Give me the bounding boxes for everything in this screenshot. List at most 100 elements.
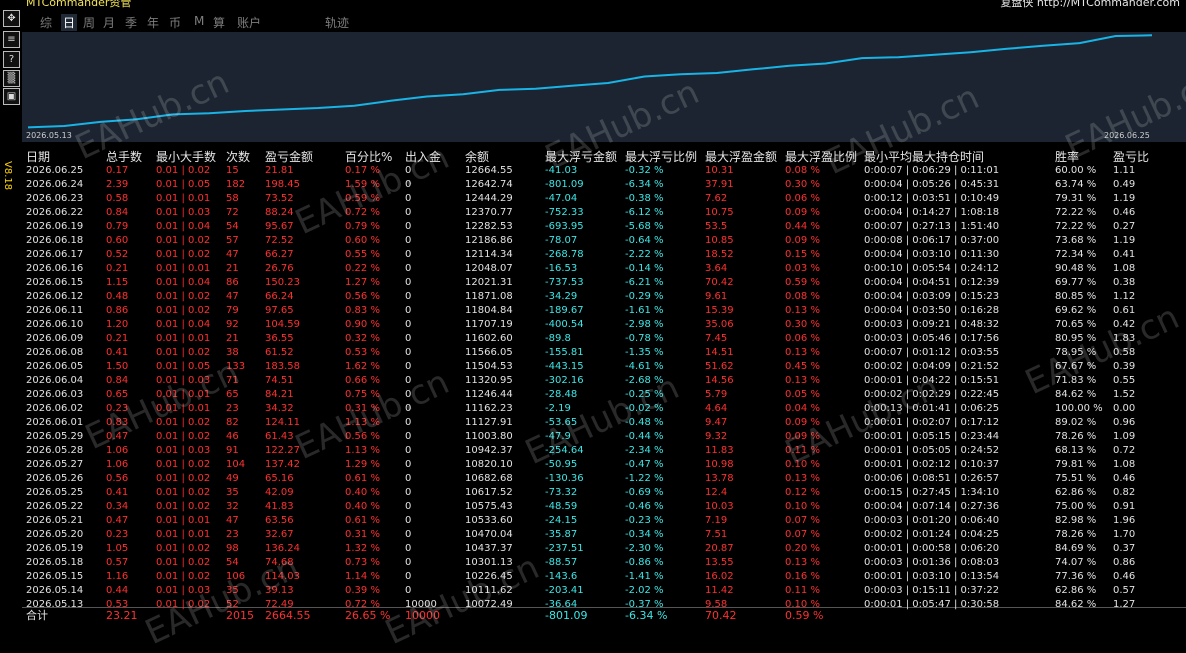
table-row[interactable]: 2026.06.01 0.83 0.01 | 0.02 82 124.11 1.13 % 0…	[22, 416, 1186, 430]
table-cell: 0.96	[1113, 417, 1136, 428]
table-row[interactable]: 2026.05.25 0.41 0.01 | 0.02 35 42.09 0.40 % 0 1…	[22, 486, 1186, 500]
table-row[interactable]: 2026.06.09 0.21 0.01 | 0.01 21 36.55 0.32 % 0 1…	[22, 332, 1186, 346]
tab-7[interactable]: M	[194, 14, 204, 28]
tab-0[interactable]: 综	[40, 14, 52, 31]
table-cell: 98	[226, 543, 239, 554]
table-row[interactable]: 2026.05.21 0.47 0.01 | 0.01 47 63.56 0.61 % 0 1…	[22, 514, 1186, 528]
table-cell: 2026.06.12	[26, 291, 84, 302]
table-row[interactable]: 2026.05.22 0.34 0.01 | 0.02 32 41.83 0.40 % 0 1…	[22, 500, 1186, 514]
table-row[interactable]: 2026.05.14 0.44 0.01 | 0.03 35 39.13 0.39 % 0 1…	[22, 584, 1186, 598]
table-row[interactable]: 2026.06.03 0.65 0.01 | 0.01 65 84.21 0.75 % 0 1…	[22, 388, 1186, 402]
table-row[interactable]: 2026.06.16 0.21 0.01 | 0.01 21 26.76 0.22 % 0 1…	[22, 262, 1186, 276]
table-row[interactable]: 2026.06.12 0.48 0.01 | 0.02 47 66.24 0.56 % 0 1…	[22, 290, 1186, 304]
table-cell: 1.52	[1113, 389, 1136, 400]
header-cell[interactable]: 次数	[226, 148, 250, 165]
table-row[interactable]: 2026.06.17 0.52 0.01 | 0.02 47 66.27 0.55 % 0 1…	[22, 248, 1186, 262]
table-cell: 4.64	[705, 403, 728, 414]
header-cell[interactable]: 最小大手数	[156, 148, 216, 165]
table-cell: 35.06	[705, 319, 734, 330]
table-cell: -1.35 %	[625, 347, 664, 358]
tab-2[interactable]: 周	[83, 14, 95, 31]
table-cell: 11707.19	[465, 319, 513, 330]
header-cell[interactable]: 出入金	[405, 148, 441, 165]
header-cell[interactable]: 盈亏比	[1113, 148, 1149, 165]
table-cell: 0.01 | 0.02	[156, 557, 211, 568]
table-row[interactable]: 2026.06.19 0.79 0.01 | 0.04 54 95.67 0.79 % 0 1…	[22, 220, 1186, 234]
table-cell: 0	[405, 515, 412, 526]
table-cell: 72	[226, 207, 239, 218]
help-icon[interactable]: ?	[3, 51, 20, 68]
tab-3[interactable]: 月	[103, 14, 115, 31]
table-cell: 73.52	[265, 193, 294, 204]
header-cell[interactable]: 盈亏金额	[265, 148, 313, 165]
table-row[interactable]: 2026.06.15 1.15 0.01 | 0.04 86 150.23 1.27 % 0…	[22, 276, 1186, 290]
header-cell[interactable]: 余额	[465, 148, 489, 165]
table-row[interactable]: 2026.06.18 0.60 0.01 | 0.02 57 72.52 0.60 % 0 1…	[22, 234, 1186, 248]
table-cell: 10226.45	[465, 571, 513, 582]
tab-6[interactable]: 币	[169, 14, 181, 31]
table-row[interactable]: 2026.06.22 0.84 0.01 | 0.03 72 88.24 0.72 % 0 1…	[22, 206, 1186, 220]
table-row[interactable]: 2026.06.10 1.20 0.01 | 0.04 92 104.59 0.90 % 0…	[22, 318, 1186, 332]
table-cell: 0.39 %	[345, 585, 380, 596]
table-cell: 0.20 %	[785, 543, 820, 554]
table-cell: -0.29 %	[625, 291, 664, 302]
table-row[interactable]: 2026.05.19 1.05 0.01 | 0.02 98 136.24 1.32 % 0…	[22, 542, 1186, 556]
table-row[interactable]: 2026.05.28 1.06 0.01 | 0.03 91 122.27 1.13 % 0…	[22, 444, 1186, 458]
table-row[interactable]: 2026.06.23 0.58 0.01 | 0.01 58 73.52 0.59 % 0 1…	[22, 192, 1186, 206]
table-cell: 82.98 %	[1055, 515, 1097, 526]
chart-end-date: 2026.06.25	[1104, 131, 1150, 140]
move-icon[interactable]: ✥	[3, 10, 20, 27]
header-cell[interactable]: 胜率	[1055, 148, 1079, 165]
header-cell[interactable]: 日期	[26, 148, 50, 165]
doc2-icon[interactable]: ▒	[3, 70, 20, 87]
table-cell: 0:00:01 | 0:04:22 | 0:15:51	[864, 375, 1000, 386]
table-cell: 0:00:01 | 0:05:15 | 0:23:44	[864, 431, 1000, 442]
header-cell[interactable]: 总手数	[106, 148, 142, 165]
tab-5[interactable]: 年	[147, 14, 159, 31]
header-cell[interactable]: 最大浮盈金额	[705, 148, 777, 165]
table-row[interactable]: 2026.06.11 0.86 0.01 | 0.02 79 97.65 0.83 % 0 1…	[22, 304, 1186, 318]
table-row[interactable]: 2026.06.08 0.41 0.01 | 0.02 38 61.52 0.53 % 0 1…	[22, 346, 1186, 360]
table-cell: 0.86	[106, 305, 129, 316]
tab-8[interactable]: 算	[213, 14, 225, 31]
table-cell: 61.43	[265, 431, 294, 442]
table-row[interactable]: 2026.05.18 0.57 0.01 | 0.02 54 74.68 0.73 % 0 1…	[22, 556, 1186, 570]
tab-4[interactable]: 季	[125, 14, 137, 31]
table-row[interactable]: 2026.06.25 0.17 0.01 | 0.02 15 21.81 0.17 % 0 1…	[22, 164, 1186, 178]
window-icon[interactable]: ▣	[3, 88, 20, 105]
table-row[interactable]: 2026.05.26 0.56 0.01 | 0.02 49 65.16 0.61 % 0 1…	[22, 472, 1186, 486]
tab-9[interactable]: 账户	[237, 14, 261, 31]
table-cell: 12186.86	[465, 235, 513, 246]
table-cell: 0.58	[1113, 347, 1136, 358]
header-cell[interactable]: 最大浮盈比例	[785, 148, 857, 165]
table-cell: 0.01 | 0.02	[156, 459, 211, 470]
table-cell: 0.61 %	[345, 473, 380, 484]
table-cell: 0:00:04 | 0:03:09 | 0:15:23	[864, 291, 1000, 302]
header-cell[interactable]: 最小平均最大持仓时间	[864, 148, 984, 165]
table-row[interactable]: 2026.06.02 0.23 0.01 | 0.01 23 34.32 0.31 % 0 1…	[22, 402, 1186, 416]
table-cell: 62.86 %	[1055, 487, 1097, 498]
table-row[interactable]: 2026.06.05 1.50 0.01 | 0.05 133 183.58 1.62 %…	[22, 360, 1186, 374]
table-cell: 0.41	[106, 487, 129, 498]
table-cell: 72.22 %	[1055, 221, 1097, 232]
doc-icon[interactable]: ≡	[3, 31, 20, 48]
total-cell: 70.42	[705, 609, 737, 622]
tab-10[interactable]: 轨迹	[325, 14, 349, 31]
header-cell[interactable]: 最大浮亏比例	[625, 148, 697, 165]
table-cell: -53.65	[545, 417, 578, 428]
table-cell: 0.09 %	[785, 417, 820, 428]
tab-1[interactable]: 日	[61, 14, 78, 31]
table-cell: 0:00:06 | 0:08:51 | 0:26:57	[864, 473, 1000, 484]
table-row[interactable]: 2026.05.15 1.16 0.01 | 0.02 106 114.03 1.14 %…	[22, 570, 1186, 584]
table-cell: 78.26 %	[1055, 529, 1097, 540]
table-row[interactable]: 2026.05.29 0.47 0.01 | 0.02 46 61.43 0.56 % 0 1…	[22, 430, 1186, 444]
table-cell: 0.07 %	[785, 529, 820, 540]
table-row[interactable]: 2026.05.27 1.06 0.01 | 0.02 104 137.42 1.29 %…	[22, 458, 1186, 472]
table-row[interactable]: 2026.06.04 0.84 0.01 | 0.03 71 74.51 0.66 % 0 1…	[22, 374, 1186, 388]
header-cell[interactable]: 百分比%	[345, 148, 392, 165]
header-cell[interactable]: 最大浮亏金额	[545, 148, 617, 165]
table-row[interactable]: 2026.05.20 0.23 0.01 | 0.01 23 32.67 0.31 % 0 1…	[22, 528, 1186, 542]
table-row[interactable]: 2026.06.24 2.39 0.01 | 0.05 182 198.45 1.59 %…	[22, 178, 1186, 192]
table-cell: 0.23	[106, 529, 129, 540]
table-cell: 0:00:08 | 0:06:17 | 0:37:00	[864, 235, 1000, 246]
